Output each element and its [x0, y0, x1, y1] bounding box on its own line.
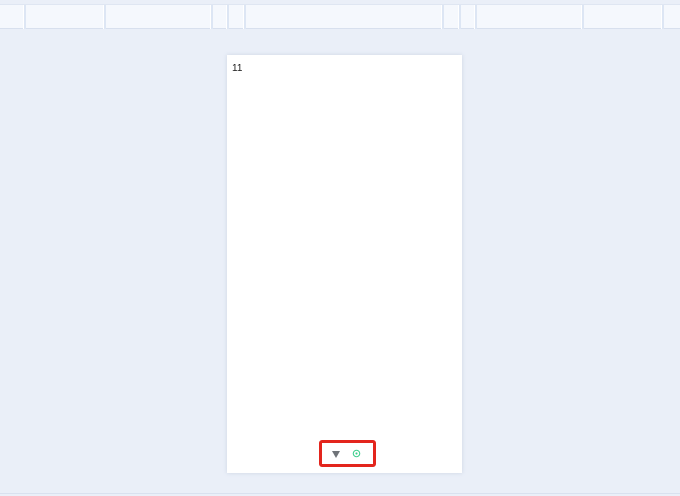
- page-number: 11: [232, 63, 243, 74]
- document-page: 11: [227, 55, 462, 473]
- toolbar-separator: [243, 5, 246, 29]
- page-controls: [319, 440, 376, 467]
- filter-funnel-icon[interactable]: [332, 451, 340, 458]
- toolbar-separator: [458, 5, 461, 29]
- top-toolbar: [0, 4, 680, 29]
- gear-icon[interactable]: [352, 449, 361, 458]
- status-bar-border: [0, 493, 680, 494]
- toolbar-separator: [23, 5, 26, 29]
- toolbar-separator: [474, 5, 477, 29]
- toolbar-separator: [210, 5, 213, 29]
- toolbar-separator: [226, 5, 229, 29]
- toolbar-separator: [661, 5, 664, 29]
- toolbar-separator: [103, 5, 106, 29]
- toolbar-separator: [441, 5, 444, 29]
- toolbar-separator: [581, 5, 584, 29]
